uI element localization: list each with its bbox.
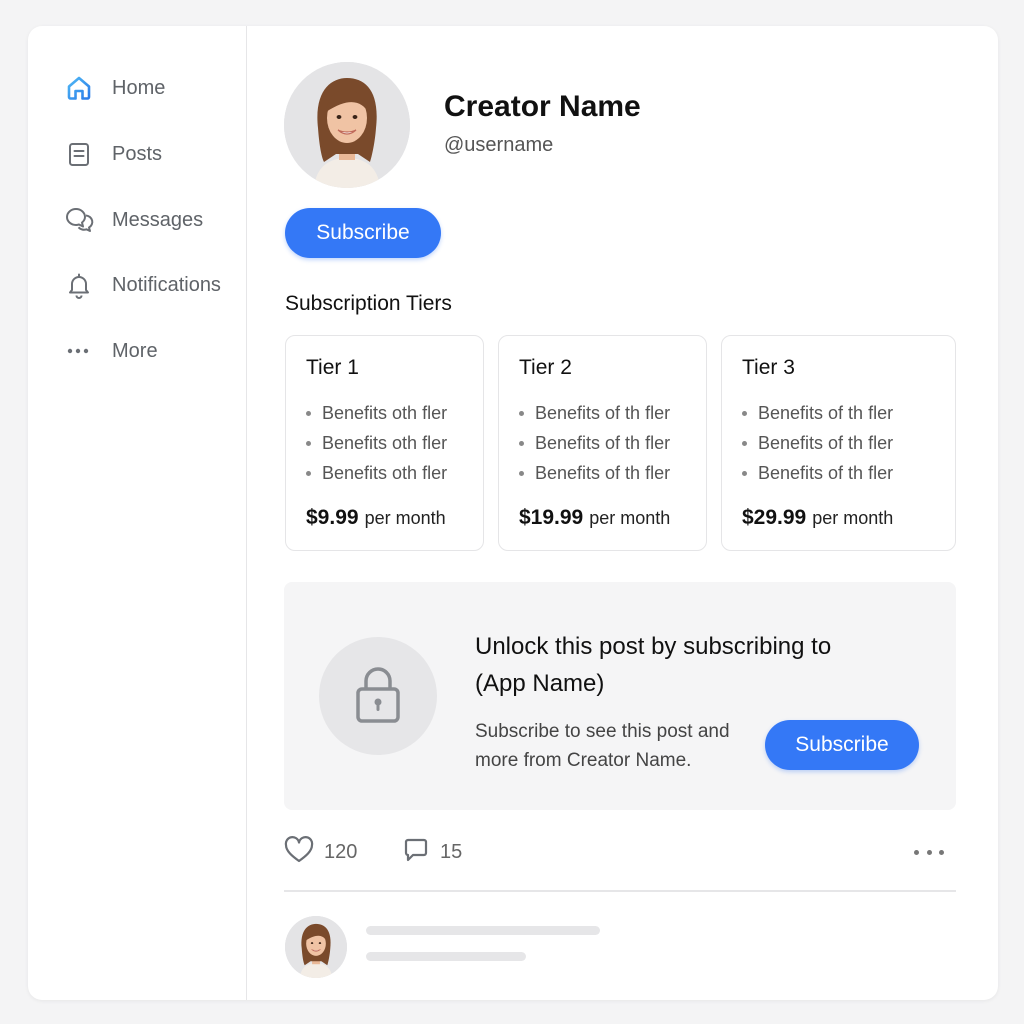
lock-icon-container	[319, 637, 437, 755]
tier-benefits: Benefits oth fler Benefits oth fler Bene…	[306, 398, 447, 488]
comment-button[interactable]: 15	[402, 832, 462, 872]
benefit-item: Benefits oth fler	[306, 458, 447, 488]
divider	[284, 890, 956, 892]
like-count: 120	[324, 840, 358, 863]
sidebar-item-label: Notifications	[112, 273, 221, 296]
main-content: Creator Name @username Subscribe Subscri…	[248, 26, 998, 1000]
like-button[interactable]: 120	[284, 832, 357, 872]
benefit-item: Benefits of th fler	[519, 398, 670, 428]
locked-post-title: Unlock this post by subscribing to (App …	[475, 633, 832, 697]
home-icon	[64, 73, 94, 103]
locked-post-card: Unlock this post by subscribing to (App …	[284, 582, 956, 810]
skeleton-line	[366, 926, 600, 935]
sidebar-item-notifications[interactable]: Notifications	[64, 267, 221, 303]
tier-name: Tier 2	[519, 356, 572, 379]
subscribe-button[interactable]: Subscribe	[285, 208, 441, 258]
more-icon	[64, 336, 94, 366]
sidebar-item-messages[interactable]: Messages	[64, 202, 203, 238]
benefit-item: Benefits of th fler	[742, 458, 893, 488]
sidebar-item-label: More	[112, 339, 158, 362]
price-amount: $9.99	[306, 506, 359, 529]
sidebar-item-label: Messages	[112, 208, 204, 231]
tier-price: $19.99 per month	[519, 506, 670, 530]
price-amount: $29.99	[742, 506, 807, 529]
posts-icon	[64, 139, 94, 169]
sidebar-item-label: Posts	[112, 142, 163, 165]
price-period: per month	[589, 508, 671, 528]
heart-icon	[284, 835, 314, 869]
tier-price: $9.99 per month	[306, 506, 446, 530]
post-actions: 120 15	[284, 832, 956, 872]
tier-card-2[interactable]: Tier 2 Benefits of th fler Benefits of t…	[498, 335, 707, 551]
tier-benefits: Benefits of th fler Benefits of th fler …	[519, 398, 670, 488]
tier-name: Tier 1	[306, 356, 359, 379]
locked-post-text: Subscribe to see this post and more from…	[475, 721, 730, 771]
benefit-item: Benefits of th fler	[742, 428, 893, 458]
price-period: per month	[364, 508, 446, 528]
creator-avatar[interactable]	[284, 62, 410, 188]
benefit-item: Benefits of th fler	[519, 428, 670, 458]
sidebar-item-more[interactable]: More	[64, 333, 158, 369]
creator-handle: @username	[444, 134, 554, 156]
post-more-icon[interactable]	[914, 842, 944, 862]
messages-icon	[64, 205, 94, 235]
app-window: Home Posts Messages Notifications More C…	[28, 26, 998, 1000]
tier-price: $29.99 per month	[742, 506, 893, 530]
sidebar-item-label: Home	[112, 76, 166, 99]
comment-count: 15	[440, 840, 463, 863]
benefit-item: Benefits of th fler	[519, 458, 670, 488]
benefit-item: Benefits oth fler	[306, 428, 447, 458]
creator-name: Creator Name	[444, 90, 641, 123]
bell-icon	[64, 270, 94, 300]
tier-card-3[interactable]: Tier 3 Benefits of th fler Benefits of t…	[721, 335, 956, 551]
unlock-subscribe-button[interactable]: Subscribe	[765, 720, 919, 770]
sidebar-item-posts[interactable]: Posts	[64, 136, 162, 172]
price-period: per month	[812, 508, 894, 528]
subscription-tiers-heading: Subscription Tiers	[285, 292, 452, 315]
tier-benefits: Benefits of th fler Benefits of th fler …	[742, 398, 893, 488]
sidebar: Home Posts Messages Notifications More	[28, 26, 247, 1000]
tier-card-1[interactable]: Tier 1 Benefits oth fler Benefits oth fl…	[285, 335, 484, 551]
benefit-item: Benefits oth fler	[306, 398, 447, 428]
price-amount: $19.99	[519, 506, 584, 529]
sidebar-item-home[interactable]: Home	[64, 70, 165, 106]
skeleton-line	[366, 952, 526, 961]
commenter-avatar[interactable]	[285, 916, 347, 978]
comment-icon	[402, 836, 430, 869]
tier-name: Tier 3	[742, 356, 795, 379]
lock-icon	[351, 663, 405, 730]
benefit-item: Benefits of th fler	[742, 398, 893, 428]
